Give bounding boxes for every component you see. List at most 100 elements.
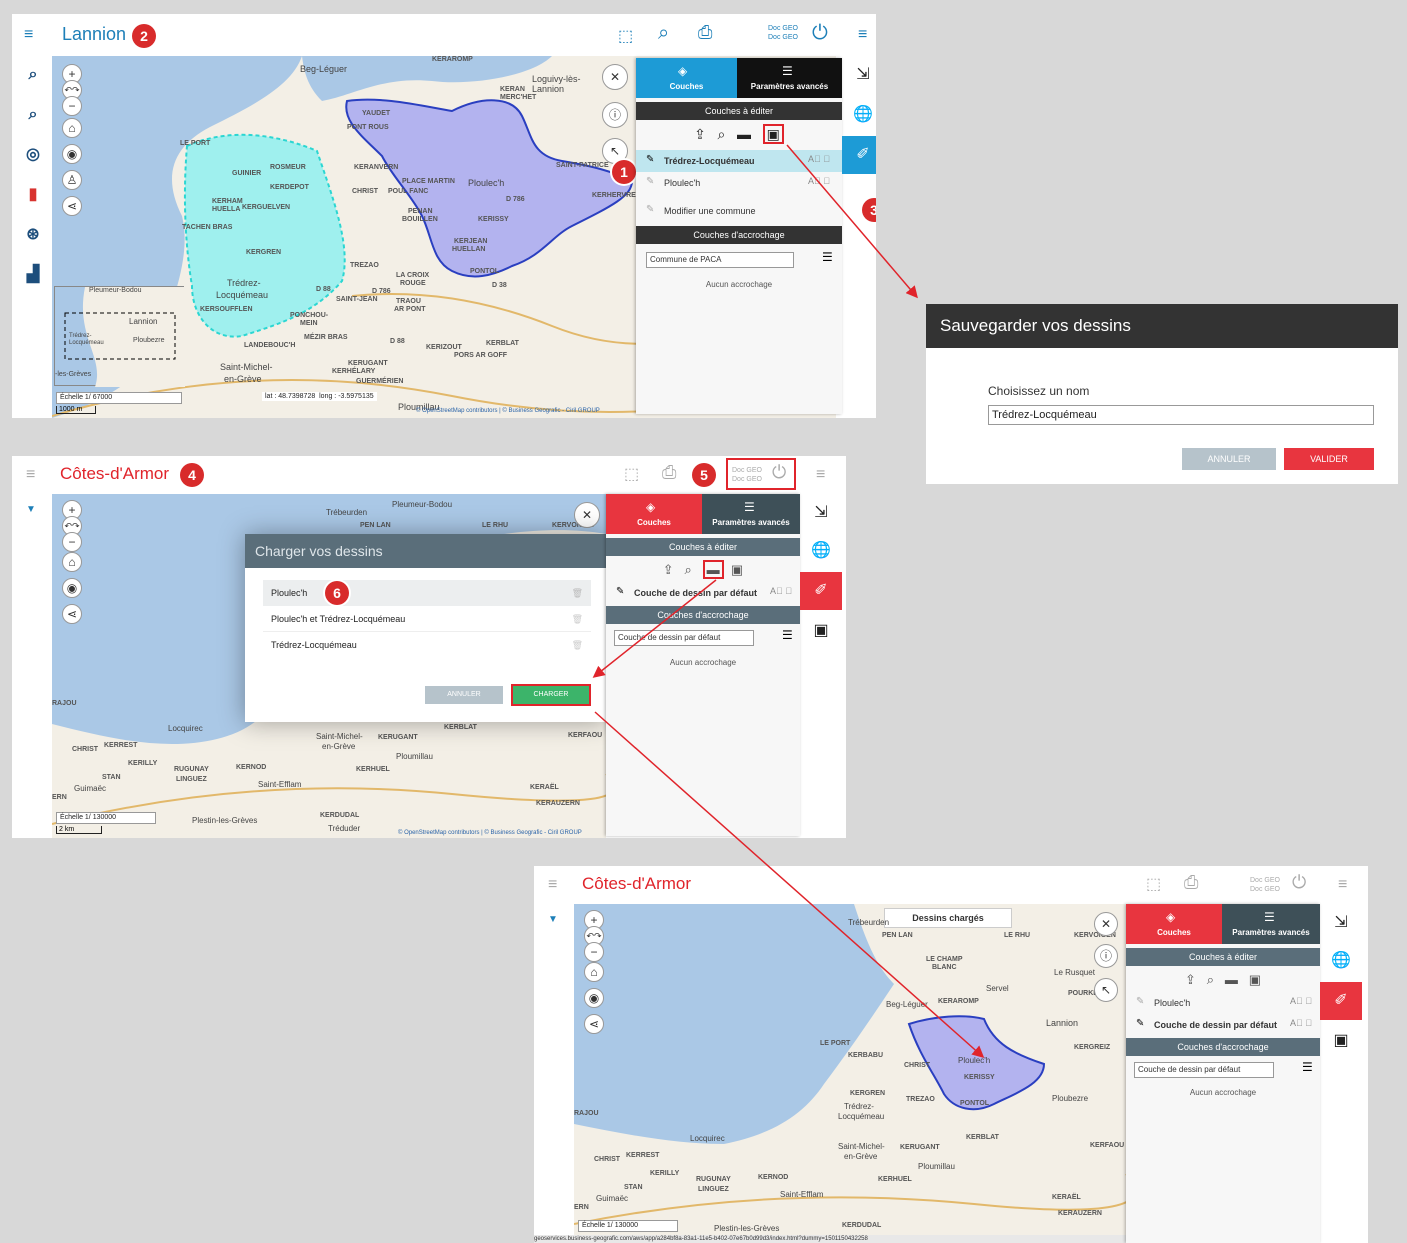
geolocate-icon[interactable]: ◉ [62, 578, 82, 598]
save-icon[interactable]: ▣ [1249, 972, 1261, 987]
import-icon[interactable]: ⇲ [842, 56, 876, 94]
draw-icon[interactable]: ✐ [800, 572, 842, 610]
edit-layers-header[interactable]: Couches à éditer [606, 538, 800, 556]
search-icon[interactable]: ⌕ [658, 22, 669, 45]
pencil-icon[interactable]: ✎ [1136, 996, 1144, 1007]
trash-icon[interactable]: A⃒ 🗑 [808, 154, 830, 164]
power-icon[interactable]: ⏻ [772, 462, 786, 483]
draw-icon[interactable]: ✐ [842, 136, 876, 174]
trash-icon[interactable]: 🗑 [572, 606, 583, 632]
add-layer-icon[interactable]: ⇪ [663, 562, 674, 577]
trash-icon[interactable]: 🗑 [572, 580, 583, 606]
snap-layer-select[interactable]: Couche de dessin par défaut [1134, 1062, 1274, 1078]
edit-layers-header[interactable]: Couches à éditer [636, 102, 842, 120]
user-area[interactable]: Doc GEO Doc GEO ⏻ [726, 458, 796, 490]
home-icon[interactable]: ⌂ [62, 552, 82, 572]
layers-color-icon[interactable]: ▮ [22, 184, 44, 206]
add-layer-icon[interactable]: ⇪ [694, 126, 706, 142]
power-icon[interactable]: ⏻ [1292, 872, 1306, 893]
trash-icon[interactable]: A⃒ 🗑 [770, 586, 792, 596]
search-advanced-icon[interactable]: ⌕ [22, 104, 44, 126]
search-layer-icon[interactable]: ⌕ [685, 562, 692, 577]
select-icon[interactable]: ⬚ [624, 464, 639, 484]
share-icon[interactable]: ⋖ [62, 604, 82, 624]
home-icon[interactable]: ⌂ [584, 962, 604, 982]
trash-icon[interactable]: 🗑 [572, 632, 583, 658]
map-view[interactable]: Dessins chargés Trébeurden PEN LAN LE CH… [574, 904, 1126, 1235]
person-icon[interactable]: ♙ [62, 170, 82, 190]
collapse-icon[interactable]: ▼ [548, 914, 558, 925]
pencil-icon[interactable]: ✎ [1136, 1018, 1144, 1029]
pointer-icon[interactable]: ↖ [1094, 978, 1118, 1002]
load-button[interactable]: CHARGER [511, 684, 591, 706]
add-layer-icon[interactable]: ⇪ [1185, 972, 1196, 987]
measure-icon[interactable]: ✕ [602, 64, 628, 90]
zoom-out-button[interactable]: − [62, 96, 82, 116]
folder-icon[interactable]: ▬ [702, 560, 724, 579]
drawing-item[interactable]: Trédrez-Locquémeau 🗑 [263, 632, 591, 658]
menu-icon[interactable]: ≡ [26, 467, 40, 483]
search-layer-icon[interactable]: ⌕ [1207, 972, 1214, 987]
draw-icon[interactable]: ✐ [1320, 982, 1362, 1020]
folder-icon[interactable]: ▬ [1225, 972, 1238, 987]
locate-icon[interactable]: ◎ [22, 144, 44, 166]
power-icon[interactable]: ⏻ [812, 22, 828, 45]
home-icon[interactable]: ⌂ [62, 118, 82, 138]
measure-icon[interactable]: ✕ [574, 502, 600, 528]
measure-icon[interactable]: ✕ [1094, 912, 1118, 936]
snap-layer-select[interactable]: Couche de dessin par défaut [614, 630, 754, 646]
snap-settings-icon[interactable]: ☰ [782, 628, 793, 642]
print-icon[interactable]: ⎙ [698, 22, 712, 43]
drawing-item[interactable]: Ploulec'h 🗑 [263, 580, 591, 606]
print-icon[interactable]: ⎙ [662, 462, 676, 483]
menu-right-icon[interactable]: ≡ [816, 467, 830, 483]
stats-icon[interactable]: ▟ [22, 264, 44, 286]
contact-icon[interactable]: ▣ [800, 612, 842, 650]
snap-layers-header[interactable]: Couches d'accrochage [636, 226, 842, 244]
cancel-button[interactable]: ANNULER [425, 686, 503, 704]
folder-icon[interactable]: ▬ [737, 126, 751, 142]
save-icon[interactable]: ▣ [731, 562, 743, 577]
scale-input[interactable]: Échelle 1/ 67000 [56, 392, 182, 404]
modify-commune-row[interactable]: Modifier une commune [636, 200, 842, 222]
menu-icon[interactable]: ≡ [24, 27, 38, 43]
scale-input[interactable]: Échelle 1/ 130000 [56, 812, 156, 824]
search-layer-icon[interactable]: ⌕ [717, 126, 725, 142]
pencil-icon[interactable]: ✎ [646, 154, 654, 165]
menu-right-icon[interactable]: ≡ [858, 27, 872, 43]
scale-input[interactable]: Échelle 1/ 130000 [578, 1220, 678, 1232]
snap-settings-icon[interactable]: ☰ [1302, 1060, 1313, 1074]
menu-icon[interactable]: ≡ [548, 877, 562, 893]
info-icon[interactable]: ⓘ [602, 102, 628, 128]
geolocate-icon[interactable]: ◉ [62, 144, 82, 164]
globe-icon[interactable]: 🌐 [842, 96, 876, 134]
globe-icon[interactable]: 🌐 [1320, 942, 1362, 980]
geolocate-icon[interactable]: ◉ [584, 988, 604, 1008]
trash-icon[interactable]: A⃒ 🗑 [1290, 996, 1312, 1006]
snap-settings-icon[interactable]: ☰ [822, 250, 833, 264]
drawing-item[interactable]: Ploulec'h et Trédrez-Locquémeau 🗑 [263, 606, 591, 632]
save-icon[interactable]: ▣ [762, 124, 784, 144]
zoom-out-button[interactable]: − [584, 942, 604, 962]
pencil-icon[interactable]: ✎ [646, 204, 654, 215]
share-icon[interactable]: ⋖ [62, 196, 82, 216]
select-icon[interactable]: ⬚ [618, 26, 633, 46]
cancel-button[interactable]: ANNULER [1182, 448, 1276, 470]
pencil-icon[interactable]: ✎ [646, 176, 654, 187]
snap-layers-header[interactable]: Couches d'accrochage [1126, 1038, 1320, 1056]
edit-layers-header[interactable]: Couches à éditer [1126, 948, 1320, 966]
contact-icon[interactable]: ▣ [1320, 1022, 1362, 1060]
globe-icon[interactable]: 🌐 [800, 532, 842, 570]
select-icon[interactable]: ⬚ [1146, 874, 1161, 894]
network-icon[interactable]: ⊛ [22, 224, 44, 246]
snap-layers-header[interactable]: Couches d'accrochage [606, 606, 800, 624]
import-icon[interactable]: ⇲ [1320, 904, 1362, 942]
name-input[interactable]: Trédrez-Locquémeau [988, 405, 1374, 425]
pencil-icon[interactable]: ✎ [616, 586, 624, 597]
validate-button[interactable]: VALIDER [1284, 448, 1374, 470]
snap-layer-select[interactable]: Commune de PACA [646, 252, 794, 268]
menu-right-icon[interactable]: ≡ [1338, 877, 1352, 893]
search-icon[interactable]: ⌕ [22, 64, 44, 86]
print-icon[interactable]: ⎙ [1184, 872, 1198, 893]
trash-icon[interactable]: A⃒ 🗑 [1290, 1018, 1312, 1028]
